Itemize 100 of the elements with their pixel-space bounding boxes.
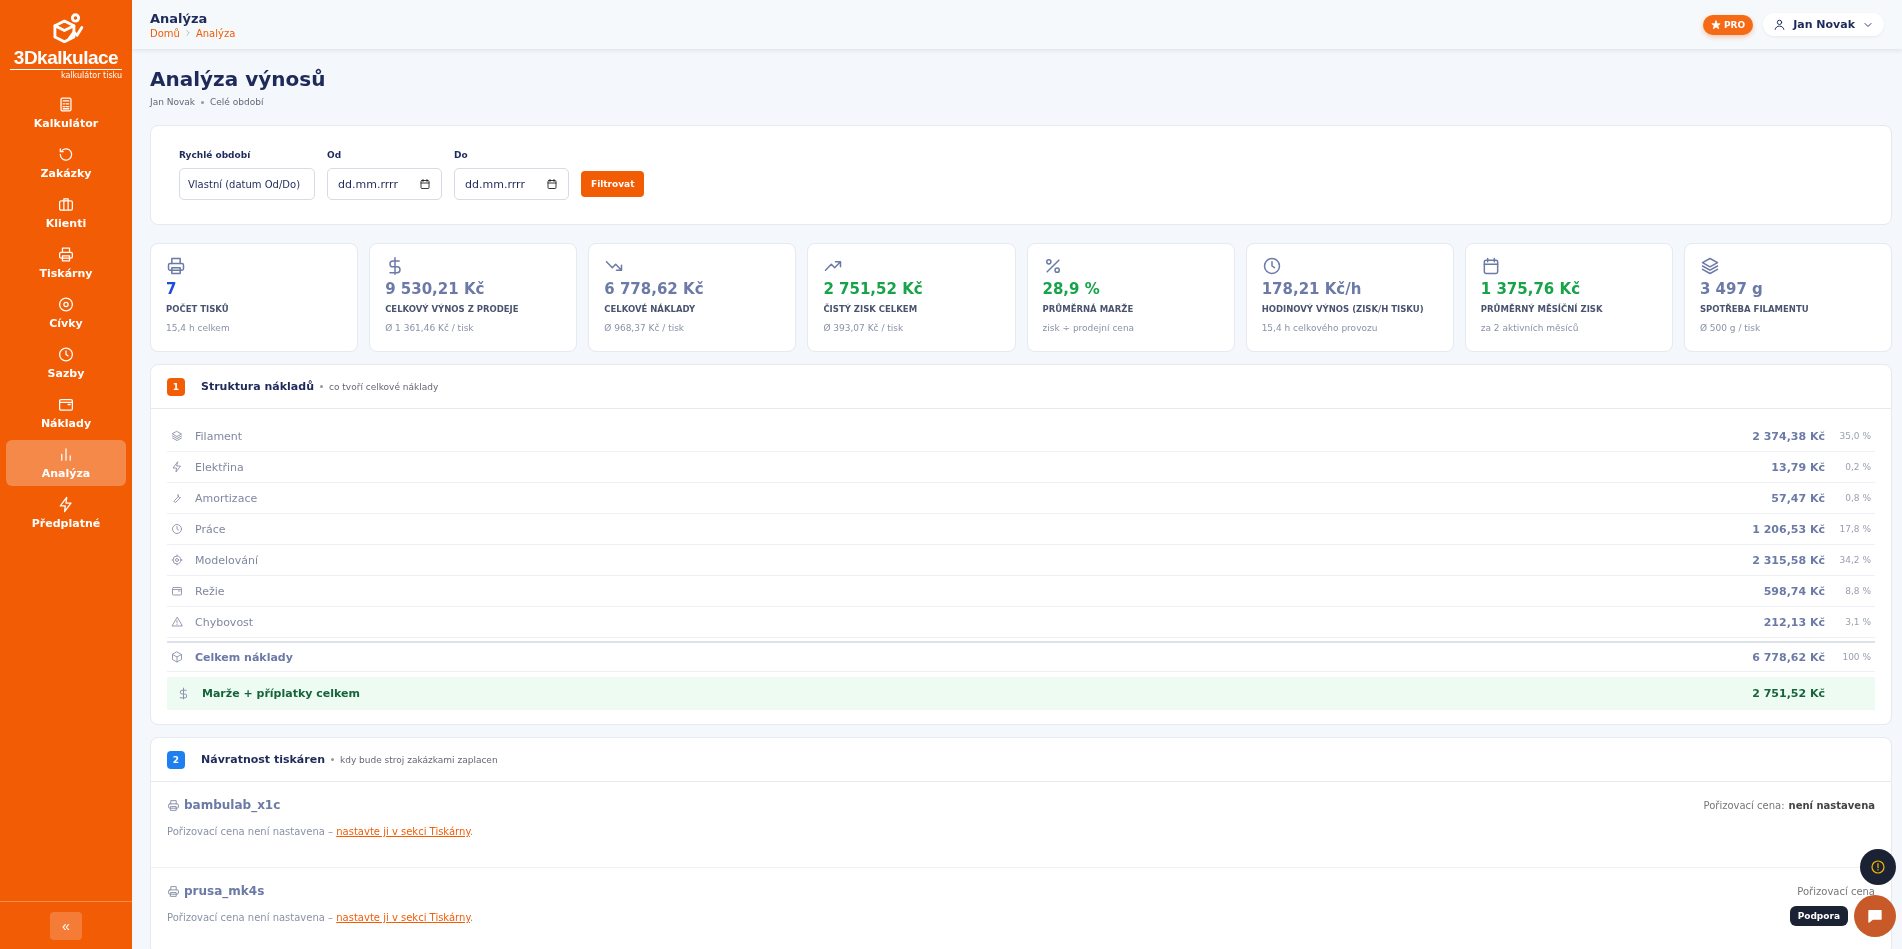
stat-note: Ø 500 g / tisk [1699,323,1761,333]
cost-label: Modelování [195,553,260,567]
warning-icon [171,616,183,628]
field-label: Do [454,150,469,160]
cost-share: 0,8 % [1844,493,1871,503]
stat-note: zisk ÷ prodejní cena [1042,323,1135,333]
page-heading: Analýza [150,10,209,26]
printer-icon [56,245,76,263]
price-label: Pořizovací cena [1797,885,1875,897]
sidebar-item[interactable]: Cívky [6,289,126,336]
date-field[interactable]: dd.mm.rrrr [327,168,442,200]
cost-label: Amortizace [195,491,259,505]
stat-note: 15,4 h celkového provozu [1261,323,1378,333]
section-subtitle: kdy bude stroj zakázkami zaplacen [339,754,498,765]
stat-label: HODINOVÝ VÝNOS (ZISK/H TISKU) [1261,304,1424,314]
cost-amount: 2 315,58 Kč [1752,553,1825,567]
settings-link[interactable]: nastavte ji v sekci Tiskárny [336,826,470,837]
wallet-icon [171,585,183,597]
cost-amount: 13,79 Kč [1771,460,1825,474]
sidebar-item[interactable]: Klienti [6,189,126,236]
stat-value: 9 530,21 Kč [385,280,485,298]
sidebar-item[interactable]: Kalkulátor [6,89,126,136]
page-title: Analýza výnosů [150,67,327,91]
dollar-icon [177,687,190,700]
filter-button[interactable]: Filtrovat [581,171,645,197]
collapse-button[interactable]: « [50,911,82,940]
sidebar-item[interactable]: Analýza [6,439,126,486]
section-title: Struktura nákladů [201,380,314,393]
margin-amount: 2 751,52 Kč [1752,687,1825,700]
sidebar-item[interactable]: Tiskárny [6,239,126,286]
printer-note: Pořizovací cena není nastavena – nastavte ji v sekci Tiskárny. [167,826,475,837]
date-field[interactable]: dd.mm.rrrr [454,168,569,200]
brand-name: 3Dkalkulace [13,48,119,69]
stat-label: POČET TISKŮ [166,304,229,314]
field-label: Rychlé období [179,150,252,160]
stat-value: 3 497 g [1699,280,1763,298]
page-meta-text: Jan Novak [150,97,196,107]
cost-label: Filament [195,429,244,443]
stat-label: CELKOVÝ VÝNOS Z PRODEJE [385,304,519,314]
breadcrumb-link[interactable]: Analýza [195,27,236,39]
star-icon [1710,19,1721,30]
cost-amount: 2 374,38 Kč [1752,429,1825,443]
cost-amount: 6 778,62 Kč [1752,650,1825,664]
clock-icon [1261,256,1282,276]
alert-icon [1870,859,1886,875]
clock-icon [171,523,183,535]
stat-note: Ø 1 361,46 Kč / tisk [385,323,474,333]
printer-name: prusa_mk4s [184,884,265,898]
cost-amount: 1 206,53 Kč [1752,522,1825,536]
settings-link[interactable]: nastavte ji v sekci Tiskárny [336,912,470,923]
stat-note: 15,4 h celkem [166,323,230,333]
cost-label: Elektřina [195,460,245,474]
section-title: Návratnost tiskáren [201,753,325,766]
section-subtitle: co tvoří celkové náklady [329,381,439,392]
cube-icon [171,651,183,663]
section-number: 2 [167,750,185,769]
sidebar-item[interactable]: Sazby [6,339,126,386]
price-value: není nastavena [1788,799,1875,811]
printer-name: bambulab_x1c [184,798,281,812]
cost-share: 3,1 % [1844,617,1871,627]
printer-icon [166,256,186,276]
stat-value: 7 [166,280,177,298]
spool-icon [56,295,76,313]
separator-dot [320,385,323,388]
stat-note: za 2 aktivních měsíců [1480,323,1579,333]
stat-note: Ø 393,07 Kč / tisk [823,323,904,333]
lightning-icon [171,461,183,473]
sidebar-item[interactable]: Předplatné [6,489,126,536]
stat-value: 1 375,76 Kč [1480,280,1581,298]
margin-label: Marže + příplatky celkem [202,687,361,700]
chat-bubble-icon [1866,907,1884,925]
stat-label: PRŮMĚRNÁ MARŽE [1042,304,1134,314]
sidebar-item[interactable]: Zakázky [6,139,126,186]
breadcrumb-link[interactable]: Domů [150,27,180,39]
user-menu-button[interactable]: Jan Novak [1763,13,1884,36]
price-label: Pořizovací cena: [1703,799,1785,811]
stat-value: 28,9 % [1042,280,1100,298]
stat-label: PRŮMĚRNÝ MĚSÍČNÍ ZISK [1480,304,1603,314]
support-tooltip: Podpora [1789,906,1848,926]
user-icon [1773,18,1787,31]
select-field[interactable]: Vlastní (datum Od/Do) [179,168,315,200]
sidebar-item[interactable]: Náklady [6,389,126,436]
calendar-icon [419,178,431,190]
cost-share: 100 % [1841,652,1871,662]
clock-icon [56,345,76,363]
cost-amount: 212,13 Kč [1763,615,1825,629]
cost-amount: 57,47 Kč [1771,491,1825,505]
stat-value: 2 751,52 Kč [823,280,923,298]
stat-value: 178,21 Kč/h [1261,280,1362,298]
cost-label: Celkem náklady [195,650,294,664]
stat-label: ČISTÝ ZISK CELKEM [823,304,918,314]
page-meta-text: Celé období [210,97,264,107]
cost-share: 8,8 % [1844,586,1871,596]
separator-dot [330,758,334,761]
cost-label: Chybovost [195,615,255,629]
layers-icon [1699,256,1720,276]
brand-tagline: kalkulátor tisku [10,68,122,80]
section-number: 1 [167,377,185,396]
stat-value: 6 778,62 Kč [604,280,704,298]
cost-amount: 598,74 Kč [1763,584,1825,598]
